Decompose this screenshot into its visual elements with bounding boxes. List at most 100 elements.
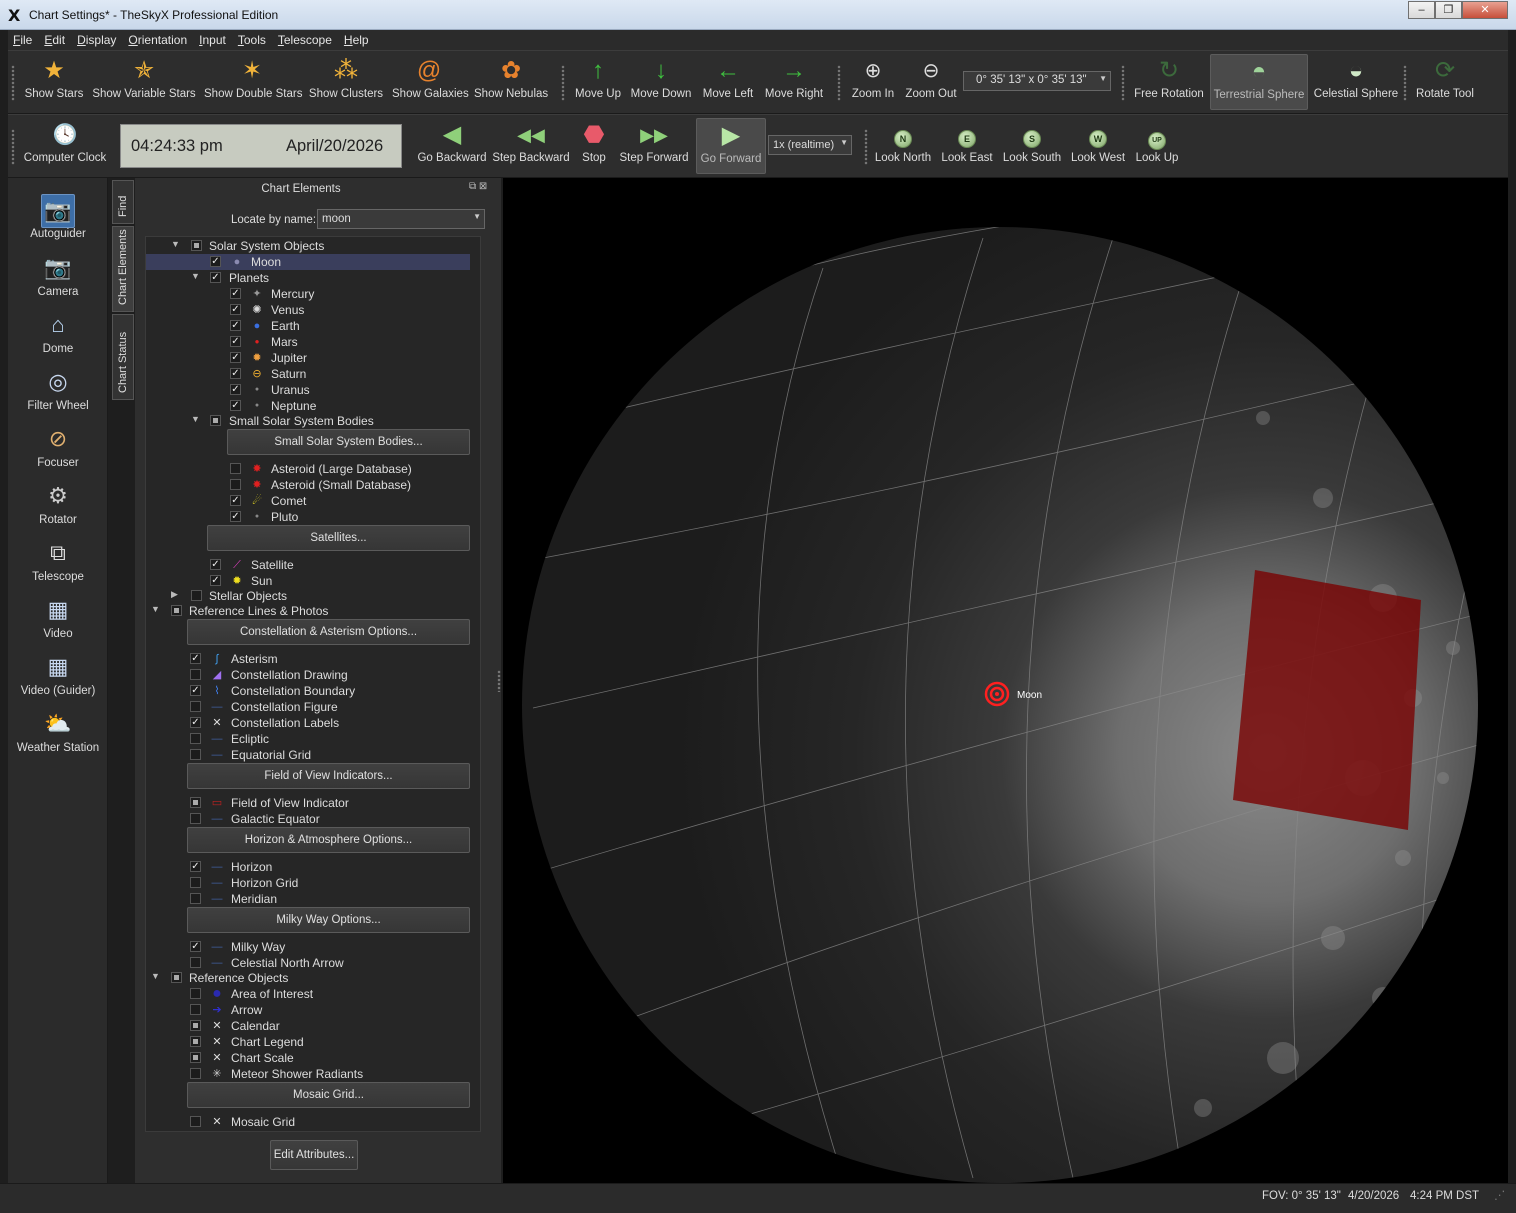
tree-row[interactable]: ✕ Chart Scale (146, 1050, 470, 1066)
satellites-options-button[interactable]: Satellites... (207, 525, 470, 551)
move-down-button[interactable]: ↓ Move Down (630, 54, 692, 110)
go-backward-button[interactable]: ◀ Go Backward (414, 118, 490, 174)
show-stars-button[interactable]: ★ Show Stars (24, 54, 84, 110)
horizon-options-button[interactable]: Horizon & Atmosphere Options... (187, 827, 470, 853)
resize-grip-icon[interactable]: ⋰ (1494, 1188, 1506, 1202)
zoom-out-button[interactable]: ⊖ Zoom Out (904, 54, 958, 110)
dock-autoguider[interactable]: 📷 Autoguider (8, 194, 108, 240)
tree-row[interactable]: ✓ ✺ Venus (146, 302, 470, 318)
float-panel-icon[interactable]: ⧉ (469, 181, 476, 192)
tree-scrollbar[interactable]: ▲ ▼ (480, 237, 481, 1132)
look-north-button[interactable]: N Look North (874, 118, 932, 174)
checkbox[interactable]: ✓ (230, 511, 241, 522)
look-up-button[interactable]: UP Look Up (1134, 118, 1180, 174)
step-backward-button[interactable]: ◀◀ Step Backward (492, 118, 570, 174)
expand-arrow-icon[interactable]: ▼ (171, 239, 180, 249)
checkbox[interactable] (191, 240, 202, 251)
tree-row[interactable]: ▼ Reference Objects (146, 970, 470, 986)
checkbox[interactable] (190, 988, 201, 999)
show-variable-stars-button[interactable]: ✯ Show Variable Stars (92, 54, 196, 110)
edit-attributes-button[interactable]: Edit Attributes... (270, 1140, 358, 1170)
dock-camera[interactable]: 📷 Camera (8, 252, 108, 298)
checkbox[interactable] (190, 1116, 201, 1127)
tree-row[interactable]: ✳ Meteor Shower Radiants (146, 1066, 470, 1082)
checkbox[interactable] (190, 1068, 201, 1079)
locate-input[interactable]: moon ▼ (317, 209, 485, 229)
checkbox[interactable] (190, 877, 201, 888)
close-button[interactable]: ✕ (1462, 1, 1508, 19)
tree-row[interactable]: ✕ Chart Legend (146, 1034, 470, 1050)
toolbar-grip[interactable] (11, 129, 15, 165)
tree-row[interactable]: — Horizon Grid (146, 875, 470, 891)
checkbox[interactable] (190, 1020, 201, 1031)
move-up-button[interactable]: ↑ Move Up (572, 54, 624, 110)
expand-arrow-icon[interactable]: ▼ (191, 414, 200, 424)
checkbox[interactable] (190, 1004, 201, 1015)
checkbox[interactable] (190, 669, 201, 680)
tree-row[interactable]: ✓ — Horizon (146, 859, 470, 875)
look-east-button[interactable]: E Look East (940, 118, 994, 174)
checkbox[interactable] (171, 605, 182, 616)
date-time-display[interactable]: 04:24:33 pm April/20/2026 (120, 124, 402, 168)
move-left-button[interactable]: ← Move Left (700, 54, 756, 110)
terrestrial-sphere-button[interactable]: ◓ Terrestrial Sphere (1210, 54, 1308, 110)
tab-chart-status[interactable]: Chart Status (112, 314, 134, 400)
date-field[interactable]: April/20/2026 (286, 137, 383, 156)
checkbox[interactable]: ✓ (210, 575, 221, 586)
sky-chart[interactable]: Moon (503, 178, 1508, 1183)
tree-row[interactable]: ▼ Solar System Objects (146, 238, 470, 254)
rotate-tool-button[interactable]: ⟳ Rotate Tool (1410, 54, 1480, 110)
show-galaxies-button[interactable]: @ Show Galaxies (392, 54, 469, 110)
tree-row[interactable]: ✓ ● Neptune (146, 398, 470, 414)
tree-row[interactable]: ▼ Small Solar System Bodies (146, 413, 470, 429)
checkbox[interactable] (190, 957, 201, 968)
mosaic-grid-options-button[interactable]: Mosaic Grid... (187, 1082, 470, 1108)
checkbox[interactable]: ✓ (230, 336, 241, 347)
checkbox[interactable] (230, 463, 241, 474)
tree-row[interactable]: ✓ ● Uranus (146, 382, 470, 398)
checkbox[interactable] (171, 972, 182, 983)
checkbox[interactable]: ✓ (230, 495, 241, 506)
tree-row[interactable]: — Galactic Equator (146, 811, 470, 827)
time-rate-combobox[interactable]: 1x (realtime) ▼ (768, 135, 852, 155)
small-bodies-options-button[interactable]: Small Solar System Bodies... (227, 429, 470, 455)
stop-button[interactable]: ⬣ Stop (574, 118, 614, 174)
dock-weather-station[interactable]: ⛅ Weather Station (8, 708, 108, 754)
tree-row[interactable]: ✕ Mosaic Grid (146, 1114, 470, 1130)
checkbox[interactable] (190, 701, 201, 712)
tree-row[interactable]: ✓ ∫ Asterism (146, 651, 470, 667)
dock-telescope[interactable]: ⧉ Telescope (8, 537, 108, 583)
toolbar-grip[interactable] (837, 65, 841, 101)
menu-edit[interactable]: Edit (39, 33, 70, 47)
tree-row[interactable]: ▭ Field of View Indicator (146, 795, 470, 811)
checkbox[interactable]: ✓ (230, 400, 241, 411)
checkbox[interactable] (210, 415, 221, 426)
chart-elements-tree[interactable]: ▼ Solar System Objects ✓ ● Moon ▼ ✓ Planets ✓… (145, 236, 481, 1132)
checkbox[interactable]: ✓ (230, 304, 241, 315)
close-panel-icon[interactable]: ⊠ (479, 181, 487, 192)
time-field[interactable]: 04:24:33 pm (131, 137, 223, 156)
show-double-stars-button[interactable]: ✶ Show Double Stars (204, 54, 302, 110)
tree-row[interactable]: ▼ ✓ Planets (146, 270, 470, 286)
tree-row[interactable]: ▶ Stellar Objects (146, 588, 470, 604)
checkbox[interactable] (190, 733, 201, 744)
tree-row[interactable]: ➔ Arrow (146, 1002, 470, 1018)
tree-row[interactable]: ✓ ✹ Sun (146, 573, 470, 589)
toolbar-grip[interactable] (864, 129, 868, 165)
computer-clock-button[interactable]: 🕓 Computer Clock (22, 118, 108, 174)
checkbox[interactable]: ✓ (190, 941, 201, 952)
step-forward-button[interactable]: ▶▶ Step Forward (618, 118, 690, 174)
constellation-options-button[interactable]: Constellation & Asterism Options... (187, 619, 470, 645)
move-right-button[interactable]: → Move Right (764, 54, 824, 110)
dock-video-guider[interactable]: ▦ Video (Guider) (8, 651, 108, 697)
toolbar-grip[interactable] (1403, 65, 1407, 101)
tree-row[interactable]: ✸ Asteroid (Small Database) (146, 477, 470, 493)
checkbox[interactable]: ✓ (230, 384, 241, 395)
tree-row[interactable]: — Celestial North Arrow (146, 955, 470, 971)
tree-row[interactable]: ✕ Calendar (146, 1018, 470, 1034)
checkbox[interactable] (190, 797, 201, 808)
checkbox[interactable] (190, 1036, 201, 1047)
dock-dome[interactable]: ⌂ Dome (8, 309, 108, 355)
fov-combobox[interactable]: 0° 35' 13" x 0° 35' 13" ▼ (963, 71, 1111, 91)
dock-video[interactable]: ▦ Video (8, 594, 108, 640)
